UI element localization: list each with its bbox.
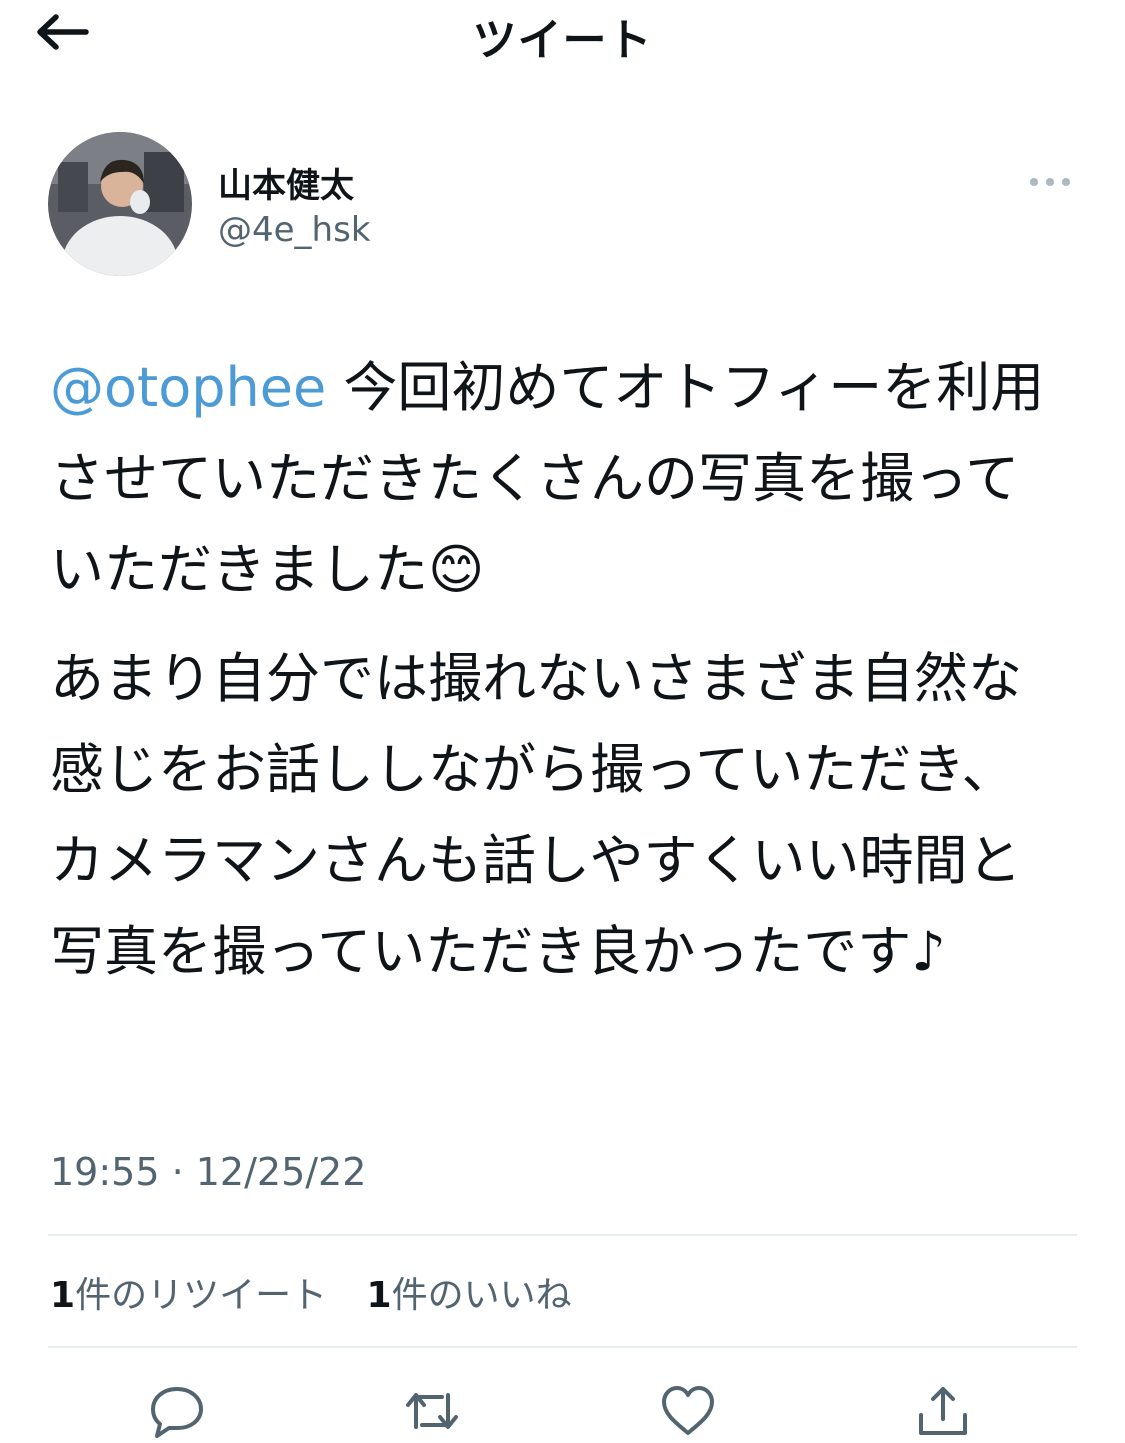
like-label: 件のいいね	[391, 1275, 572, 1316]
paragraph-text: あまり自分では撮れないさまざま自然な感じをお話ししながら撮っていただき、カメラマ…	[50, 647, 1022, 983]
tweet-text: @otophee 今回初めてオトフィーを利用させていただきたくさんの写真を撮って…	[50, 342, 1065, 997]
like-count-link[interactable]: 1件のいいね	[367, 1275, 572, 1316]
share-icon	[919, 1387, 967, 1435]
more-horizontal-icon	[1030, 178, 1070, 186]
more-options-button[interactable]	[1024, 170, 1076, 194]
retweet-button[interactable]	[402, 1383, 462, 1439]
tweet-timestamp[interactable]: 19:55 · 12/25/22	[50, 1150, 366, 1194]
avatar[interactable]	[48, 132, 192, 276]
like-icon	[662, 1386, 714, 1435]
tweet-stats: 1件のリツイート 1件のいいね	[50, 1266, 600, 1318]
mention-link[interactable]: @otophee	[50, 356, 326, 419]
reply-icon	[151, 1387, 203, 1438]
like-count: 1	[366, 1275, 392, 1316]
author-handle[interactable]: @4e_hsk	[218, 210, 371, 250]
tweet-paragraph: あまり自分では撮れないさまざま自然な感じをお話ししながら撮っていただき、カメラマ…	[50, 633, 1065, 997]
tweet-paragraph: @otophee 今回初めてオトフィーを利用させていただきたくさんの写真を撮って…	[50, 342, 1065, 615]
retweet-icon	[406, 1393, 458, 1429]
divider	[48, 1234, 1077, 1236]
music-note-icon: ♪	[911, 920, 946, 983]
retweet-label: 件のリツイート	[75, 1275, 328, 1316]
reply-button[interactable]	[147, 1383, 207, 1439]
like-button[interactable]	[658, 1383, 718, 1439]
page-title: ツイート	[472, 15, 653, 66]
retweet-count-link[interactable]: 1件のリツイート	[50, 1275, 327, 1316]
share-button[interactable]	[913, 1383, 973, 1439]
divider	[48, 1346, 1077, 1348]
smiling-face-icon: 😊	[428, 538, 485, 601]
retweet-count: 1	[50, 1275, 76, 1316]
author-display-name[interactable]: 山本健太	[218, 158, 354, 207]
